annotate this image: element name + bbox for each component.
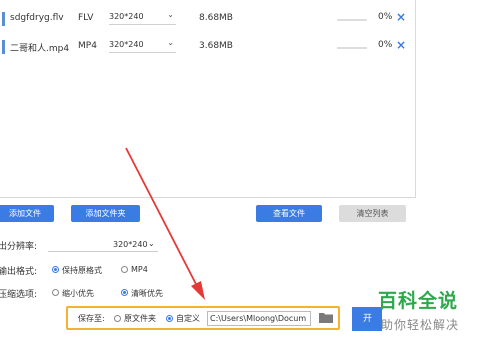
converter-window: sdgfdryg.flv FLV 320*240 ⌄ 8.68MB 0% × 二… [0,0,500,346]
compress-clarity-radio[interactable] [121,289,128,296]
resolution-select[interactable]: 320*240 ⌄ [109,7,176,25]
format-keep-radio[interactable] [52,266,59,273]
save-path-input[interactable]: C:\Users\Mloong\Docum [207,311,311,326]
watermark: 百科全说 助你轻松解决 [378,286,498,342]
file-size: 3.68MB [199,41,233,51]
file-name: 二哥和人.mp4 [10,44,70,54]
progress-bar [337,19,367,21]
save-original-radio[interactable] [114,315,121,322]
view-files-button[interactable]: 查看文件 [256,205,322,222]
resolution-value: 320*240 [109,12,144,21]
file-format: FLV [78,13,94,23]
output-resolution-value: 320*240 [113,240,148,249]
compress-clarity-label: 清晰优先 [131,289,163,298]
output-format-label: 输出格式: [0,267,38,277]
resolution-value: 320*240 [109,40,144,49]
save-custom-radio[interactable] [166,315,173,322]
add-folder-button[interactable]: 添加文件夹 [71,205,140,222]
file-format: MP4 [78,41,97,51]
file-list: sdgfdryg.flv FLV 320*240 ⌄ 8.68MB 0% × 二… [0,0,416,198]
clear-list-button[interactable]: 清空列表 [339,205,406,222]
format-mp4-label: MP4 [131,265,148,274]
resolution-select[interactable]: 320*240 ⌄ [109,35,176,53]
file-icon [2,12,5,26]
compress-size-label: 缩小优先 [62,289,94,298]
save-to-label: 保存至: [78,314,105,323]
file-row[interactable]: 二哥和人.mp4 MP4 320*240 ⌄ 3.68MB 0% × [0,32,415,62]
save-custom-label: 自定义 [176,314,200,323]
watermark-subtitle: 助你轻松解决 [381,318,460,332]
compress-label: 压缩选项: [0,290,38,300]
file-icon [2,40,5,54]
format-mp4-radio[interactable] [121,266,128,273]
output-resolution-select[interactable]: 320*240 ⌄ [48,238,158,252]
chevron-down-icon: ⌄ [167,10,174,19]
add-file-button[interactable]: 添加文件 [0,205,54,222]
file-name: sdgfdryg.flv [10,13,64,23]
format-keep-label: 保持原格式 [62,266,102,275]
chevron-down-icon: ⌄ [167,38,174,47]
folder-icon[interactable] [319,312,333,323]
file-row[interactable]: sdgfdryg.flv FLV 320*240 ⌄ 8.68MB 0% × [0,4,415,34]
compress-size-radio[interactable] [52,289,59,296]
close-icon[interactable]: × [396,10,406,24]
progress-text: 0% [378,12,393,22]
progress-text: 0% [378,40,393,50]
resolution-label: 出分辨率: [0,242,38,252]
watermark-title: 百科全说 [378,290,459,312]
arrow-head [191,281,205,300]
close-icon[interactable]: × [396,38,406,52]
progress-bar [337,47,367,49]
save-original-label: 原文件夹 [124,314,156,323]
file-size: 8.68MB [199,13,233,23]
chevron-down-icon: ⌄ [148,239,155,248]
save-location-bar: 保存至: 原文件夹 自定义 C:\Users\Mloong\Docum [66,306,340,330]
